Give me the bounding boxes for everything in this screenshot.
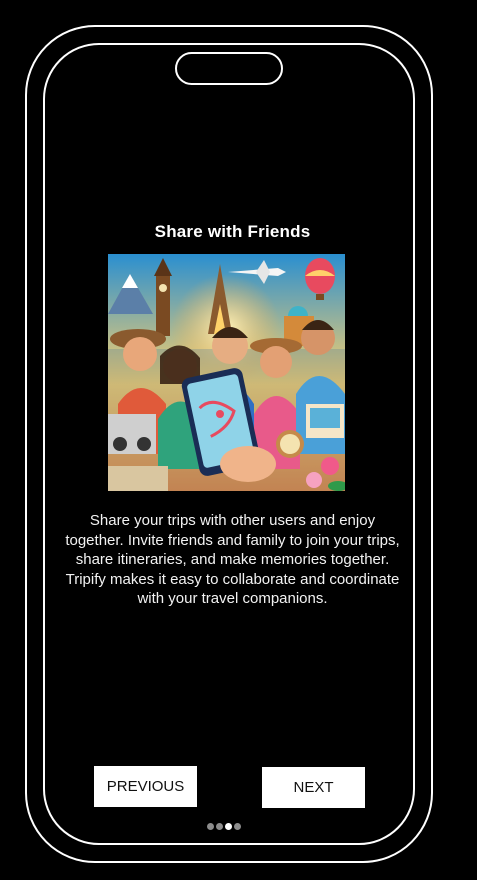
description-text: Share your trips with other users and en… (65, 512, 400, 607)
pagination-dot-2[interactable] (216, 823, 223, 830)
next-button[interactable]: NEXT (262, 767, 365, 808)
previous-button[interactable]: PREVIOUS (94, 766, 197, 807)
hero-illustration (108, 254, 345, 491)
phone-notch (175, 52, 283, 85)
pagination-dot-3-active[interactable] (225, 823, 232, 830)
page-title: Share with Friends (154, 222, 311, 241)
pagination-dot-1[interactable] (207, 823, 214, 830)
pagination-dot-4[interactable] (234, 823, 241, 830)
pagination-dots (207, 823, 241, 830)
